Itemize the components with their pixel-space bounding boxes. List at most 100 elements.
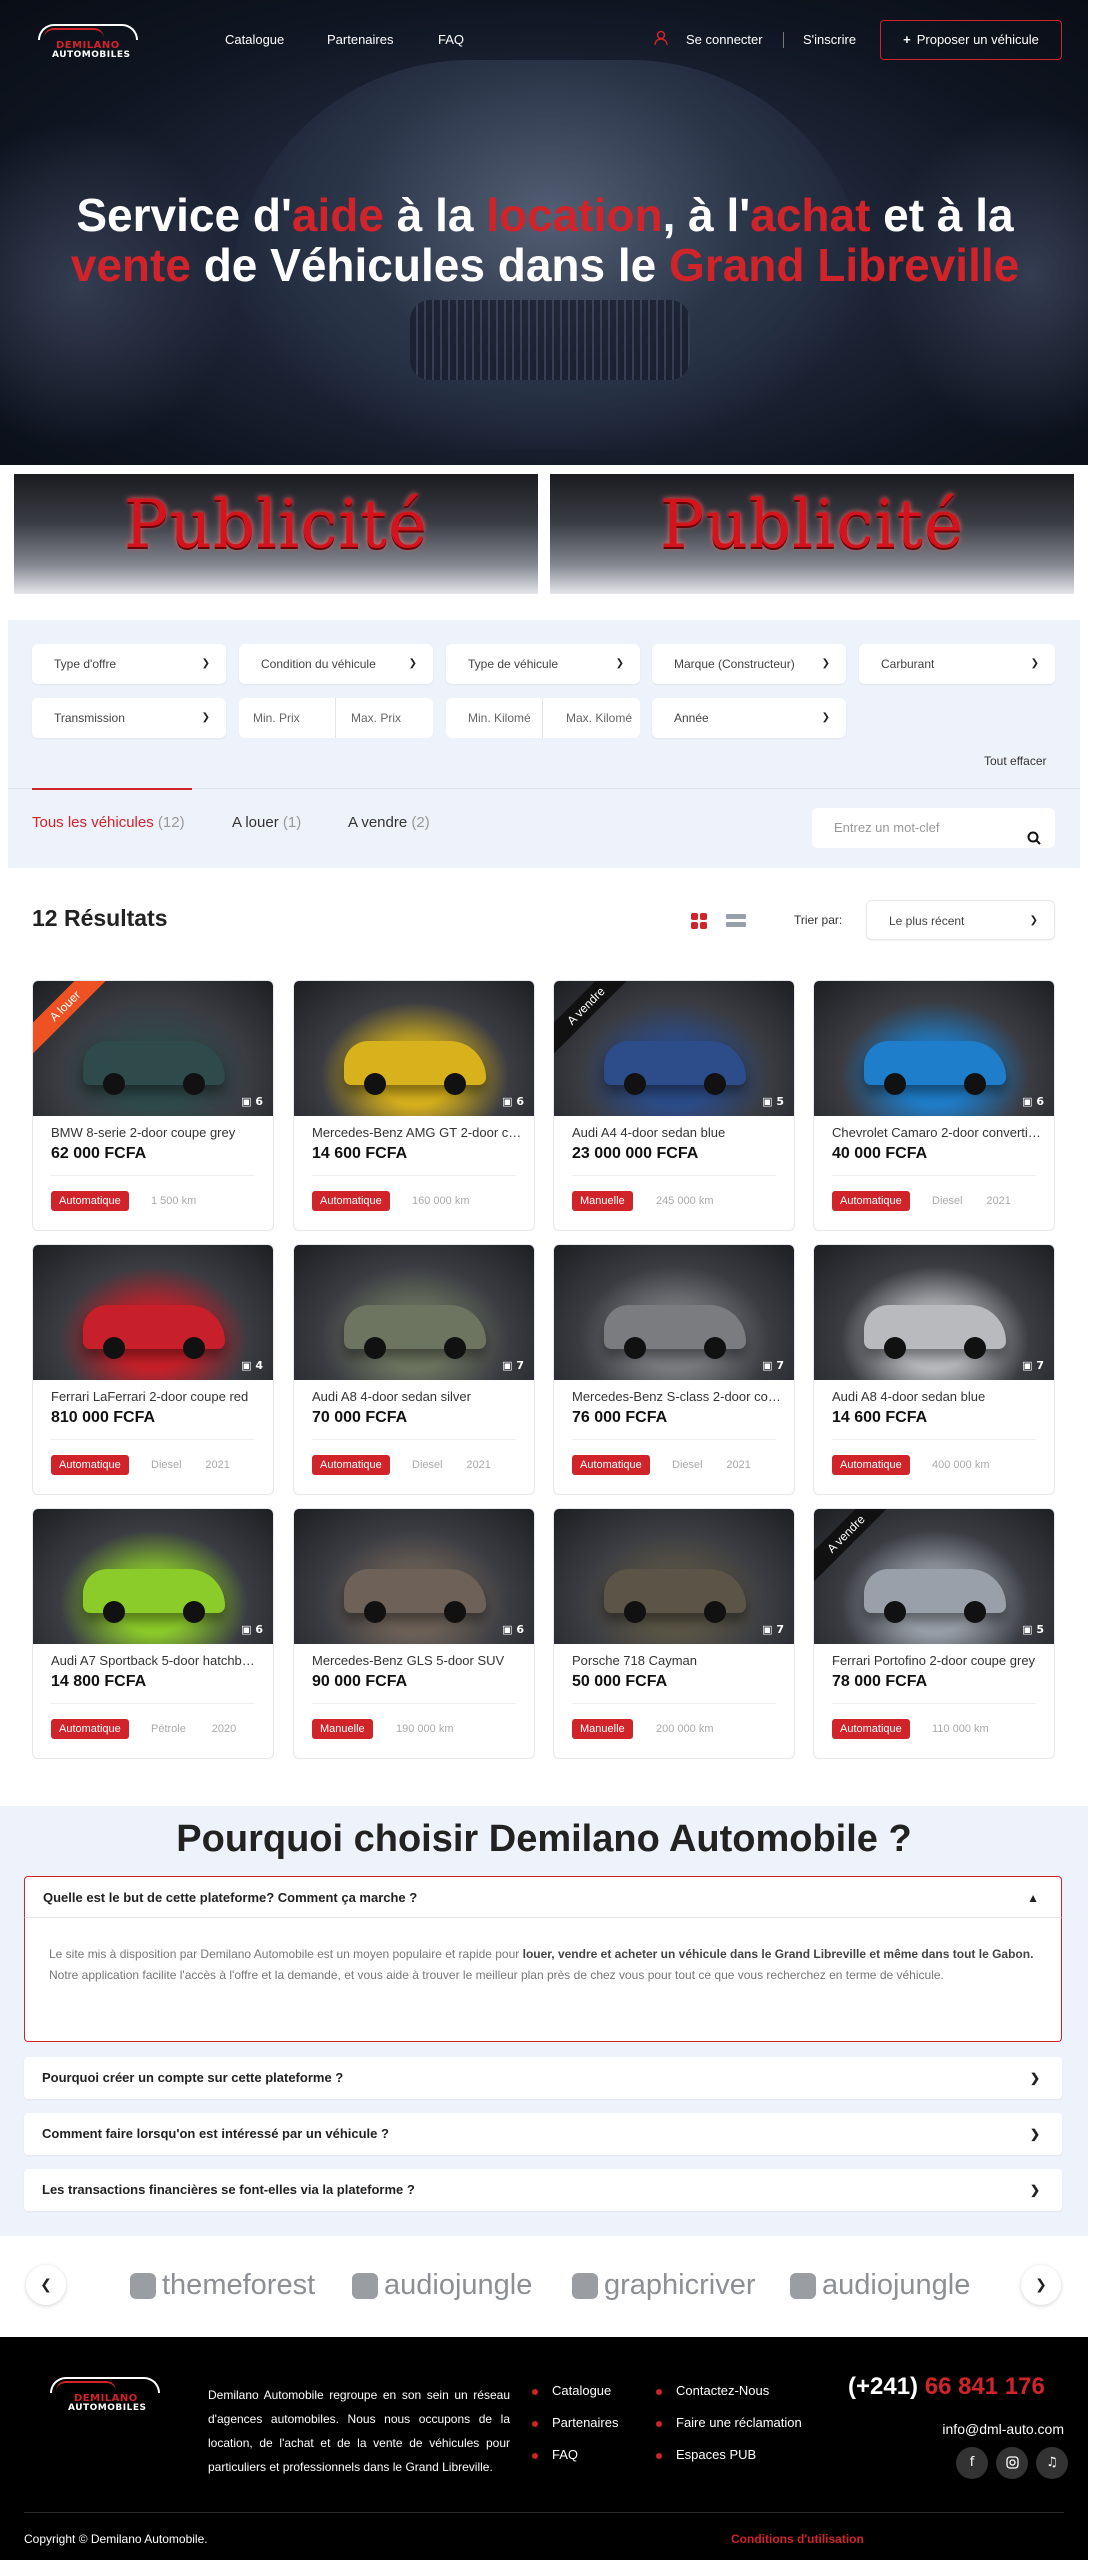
card-divider xyxy=(832,1439,1036,1440)
tab-for-sale[interactable]: A vendre (2) xyxy=(348,814,430,831)
ad-banner-left[interactable]: Publicité xyxy=(14,474,538,594)
vehicle-name[interactable]: Audi A4 4-door sedan blue xyxy=(572,1125,782,1140)
footer-link-ads[interactable]: Espaces PUB xyxy=(656,2447,756,2462)
vehicle-card[interactable]: ▣ 6 Chevrolet Camaro 2-door convertible 40… xyxy=(813,980,1055,1231)
vehicle-photo[interactable]: A vendre ▣ 5 xyxy=(814,1509,1054,1644)
signup-link[interactable]: S'inscrire xyxy=(803,32,856,47)
sort-select[interactable]: Le plus récent ❯ xyxy=(866,900,1055,940)
km-max-input[interactable]: Max. Kilomé xyxy=(566,698,632,738)
footer-phone[interactable]: (+241) 66 841 176 xyxy=(848,2373,1045,2401)
vehicle-photo[interactable]: ▣ 6 xyxy=(33,1509,273,1644)
filter-year[interactable]: Année ❯ xyxy=(652,698,846,738)
vehicle-photo[interactable]: ▣ 6 xyxy=(814,981,1054,1116)
terms-link[interactable]: Conditions d'utilisation xyxy=(731,2532,864,2546)
keyword-search-input[interactable]: Entrez un mot-clef xyxy=(812,808,1055,848)
vehicle-name[interactable]: Ferrari Portofino 2-door coupe grey xyxy=(832,1653,1042,1668)
vehicle-card[interactable]: ▣ 6 Mercedes-Benz GLS 5-door SUV 90 000 FC… xyxy=(293,1508,535,1759)
vehicle-photo[interactable]: ▣ 7 xyxy=(554,1509,794,1644)
vehicle-photo[interactable]: ▣ 4 xyxy=(33,1245,273,1380)
ad-banner-right[interactable]: Publicité xyxy=(550,474,1074,594)
vehicle-name[interactable]: Audi A8 4-door sedan blue xyxy=(832,1389,1042,1404)
vehicle-card[interactable]: ▣ 7 Audi A8 4-door sedan silver 70 000 FCF… xyxy=(293,1244,535,1495)
footer-divider xyxy=(24,2512,1064,2513)
filter-transmission[interactable]: Transmission ❯ xyxy=(32,698,226,738)
search-icon[interactable] xyxy=(1027,821,1041,861)
faq-question-4[interactable]: Les transactions financières se font-ell… xyxy=(24,2169,1062,2211)
vehicle-card[interactable]: A vendre ▣ 5 Ferrari Portofino 2-door coup… xyxy=(813,1508,1055,1759)
filter-condition[interactable]: Condition du véhicule ❯ xyxy=(239,644,433,684)
nav-link-catalogue[interactable]: Catalogue xyxy=(225,32,284,47)
footer-link-partenaires[interactable]: Partenaires xyxy=(532,2415,618,2430)
partner-logo[interactable]: audiojungle xyxy=(352,2265,532,2305)
faq-question-2[interactable]: Pourquoi créer un compte sur cette plate… xyxy=(24,2057,1062,2099)
footer-link-faq[interactable]: FAQ xyxy=(532,2447,578,2462)
vehicle-photo[interactable]: ▣ 6 xyxy=(294,981,534,1116)
vehicle-name[interactable]: Audi A8 4-door sedan silver xyxy=(312,1389,522,1404)
footer-logo[interactable]: DEMILANO AUTOMOBILES xyxy=(50,2375,160,2413)
vehicle-photo[interactable]: A louer ▣ 6 xyxy=(33,981,273,1116)
photo-count-value: 5 xyxy=(1036,1623,1044,1636)
chevron-down-icon: ❯ xyxy=(1029,2183,1040,2197)
vehicle-card[interactable]: ▣ 6 Audi A7 Sportback 5-door hatchback 14 … xyxy=(32,1508,274,1759)
site-logo[interactable]: DEMILANO AUTOMOBILES xyxy=(38,22,138,60)
filter-offer-type[interactable]: Type d'offre ❯ xyxy=(32,644,226,684)
faq-question-1[interactable]: Quelle est le but de cette plateforme? C… xyxy=(24,1876,1062,1918)
instagram-icon[interactable] xyxy=(996,2447,1028,2479)
nav-link-partenaires[interactable]: Partenaires xyxy=(327,32,393,47)
partner-logo[interactable]: themeforest xyxy=(130,2265,315,2305)
login-link[interactable]: Se connecter xyxy=(686,32,763,47)
vehicle-name[interactable]: Chevrolet Camaro 2-door convertible xyxy=(832,1125,1042,1140)
faq-question-3[interactable]: Comment faire lorsqu'on est intéressé pa… xyxy=(24,2113,1062,2155)
grid-view-icon[interactable] xyxy=(690,912,708,934)
nav-link-faq[interactable]: FAQ xyxy=(438,32,464,47)
partner-logo[interactable]: audiojungle xyxy=(790,2265,970,2305)
vehicle-name[interactable]: Mercedes-Benz S-class 2-door coupe xyxy=(572,1389,782,1404)
vehicle-name[interactable]: Audi A7 Sportback 5-door hatchback xyxy=(51,1653,261,1668)
facebook-icon[interactable]: f xyxy=(956,2447,988,2479)
vehicle-card[interactable]: ▣ 7 Porsche 718 Cayman 50 000 FCFA Manuelle… xyxy=(553,1508,795,1759)
footer-email[interactable]: info@dml-auto.com xyxy=(942,2421,1064,2437)
camera-icon: ▣ xyxy=(1022,1359,1037,1372)
propose-vehicle-button[interactable]: + Proposer un véhicule xyxy=(880,20,1062,60)
tab-all-vehicles[interactable]: Tous les véhicules (12) xyxy=(32,814,185,831)
list-view-icon[interactable] xyxy=(726,912,746,934)
filter-vehicle-type[interactable]: Type de véhicule ❯ xyxy=(446,644,640,684)
vehicle-name[interactable]: BMW 8-serie 2-door coupe grey xyxy=(51,1125,261,1140)
vehicle-name[interactable]: Porsche 718 Cayman xyxy=(572,1653,782,1668)
vehicle-card[interactable]: A vendre ▣ 5 Audi A4 4-door sedan blue 23 0… xyxy=(553,980,795,1231)
clear-filters-link[interactable]: Tout effacer xyxy=(984,754,1046,768)
vehicle-name[interactable]: Mercedes-Benz AMG GT 2-door coupe xyxy=(312,1125,522,1140)
filter-fuel[interactable]: Carburant ❯ xyxy=(859,644,1055,684)
tiktok-icon[interactable]: ♫ xyxy=(1036,2447,1068,2479)
vehicle-photo[interactable]: A vendre ▣ 5 xyxy=(554,981,794,1116)
vehicle-card[interactable]: ▣ 4 Ferrari LaFerrari 2-door coupe red 810… xyxy=(32,1244,274,1495)
vehicle-card[interactable]: ▣ 7 Audi A8 4-door sedan blue 14 600 FCFA A… xyxy=(813,1244,1055,1495)
partner-logo[interactable]: graphicriver xyxy=(572,2265,756,2305)
price-min-input[interactable]: Min. Prix xyxy=(253,698,300,738)
vehicle-photo[interactable]: ▣ 7 xyxy=(294,1245,534,1380)
hero-title-highlight: Grand Libreville xyxy=(669,239,1020,291)
vehicle-name[interactable]: Mercedes-Benz GLS 5-door SUV xyxy=(312,1653,522,1668)
wheel-shape xyxy=(103,1337,125,1359)
vehicle-photo[interactable]: ▣ 7 xyxy=(554,1245,794,1380)
carousel-next-button[interactable]: ❯ xyxy=(1021,2265,1061,2305)
vehicle-photo[interactable]: ▣ 6 xyxy=(294,1509,534,1644)
vehicle-card[interactable]: ▣ 6 Mercedes-Benz AMG GT 2-door coupe 14 6… xyxy=(293,980,535,1231)
vehicle-card[interactable]: ▣ 7 Mercedes-Benz S-class 2-door coupe 76 … xyxy=(553,1244,795,1495)
carousel-prev-button[interactable]: ❮ xyxy=(26,2265,66,2305)
tab-for-rent[interactable]: A louer (1) xyxy=(232,814,301,831)
price-max-input[interactable]: Max. Prix xyxy=(351,698,401,738)
footer-link-complaint[interactable]: Faire une réclamation xyxy=(656,2415,802,2430)
footer-link-catalogue[interactable]: Catalogue xyxy=(532,2383,611,2398)
footer-link-contact[interactable]: Contactez-Nous xyxy=(656,2383,769,2398)
km-min-input[interactable]: Min. Kilomé xyxy=(468,698,531,738)
filter-label: Année xyxy=(674,711,709,725)
transmission-badge: Automatique xyxy=(51,1719,129,1739)
filter-label: Marque (Constructeur) xyxy=(674,657,795,671)
footer-link-label: Catalogue xyxy=(552,2383,612,2398)
vehicle-name[interactable]: Ferrari LaFerrari 2-door coupe red xyxy=(51,1389,261,1404)
photo-count: ▣ 6 xyxy=(241,1623,263,1636)
vehicle-photo[interactable]: ▣ 7 xyxy=(814,1245,1054,1380)
vehicle-card[interactable]: A louer ▣ 6 BMW 8-serie 2-door coupe grey 6… xyxy=(32,980,274,1231)
filter-brand[interactable]: Marque (Constructeur) ❯ xyxy=(652,644,846,684)
